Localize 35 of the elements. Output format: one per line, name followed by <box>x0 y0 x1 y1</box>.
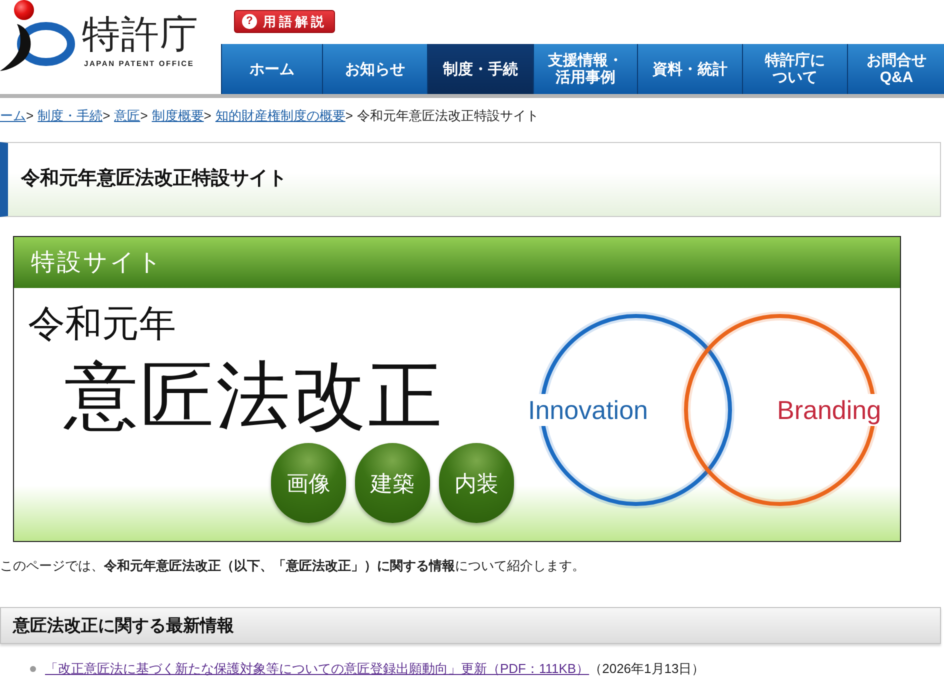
breadcrumb-link[interactable]: 意匠 <box>114 107 140 125</box>
banner-headline: 意匠法改正 <box>64 356 444 436</box>
banner-header-title: 特設サイト <box>31 248 164 278</box>
breadcrumb-separator: > <box>345 107 353 125</box>
news-link[interactable]: 「改正意匠法に基づく新たな保護対象等についての意匠登録出願動向」更新（PDF：111KB） <box>45 660 590 678</box>
nav-tab[interactable]: 特許庁に ついて <box>742 44 847 94</box>
breadcrumb-current: 令和元年意匠法改正特設サイト <box>356 107 539 125</box>
breadcrumb-link[interactable]: 制度・手続 <box>38 107 103 125</box>
intro-text: このページでは、令和元年意匠法改正（以下、「意匠法改正」）に関する情報について紹介します。 <box>0 557 585 575</box>
nav-tab[interactable]: 支援情報・ 活用事例 <box>533 44 637 94</box>
nav-tab[interactable]: 制度・手続 <box>427 44 533 94</box>
breadcrumb-separator: > <box>102 107 110 125</box>
question-mark-icon: ? <box>242 14 257 29</box>
breadcrumb-link[interactable]: 知的財産権制度の概要 <box>215 107 346 125</box>
logo-mark-icon <box>0 0 76 71</box>
logo-title: 特許庁 <box>82 14 199 56</box>
nav-tab[interactable]: お問合せ Q&A <box>847 44 944 94</box>
nav-tab[interactable]: 資料・統計 <box>637 44 742 94</box>
glossary-label: 用語解説 <box>263 12 327 31</box>
glossary-button[interactable]: ? 用語解説 <box>234 10 335 33</box>
news-date: （2026年1月13日） <box>589 660 705 678</box>
breadcrumb-link[interactable]: ーム <box>0 107 26 125</box>
breadcrumb-separator: > <box>26 107 34 125</box>
topic-button[interactable]: 内装 <box>439 443 514 523</box>
breadcrumb-separator: > <box>140 107 148 125</box>
section-heading: 意匠法改正に関する最新情報 <box>13 614 234 637</box>
nav-tab[interactable]: お知らせ <box>322 44 427 94</box>
breadcrumb-separator: > <box>204 107 212 125</box>
nav-tab[interactable]: ホーム <box>221 44 322 94</box>
topic-button[interactable]: 画像 <box>271 443 346 523</box>
page-title: 令和元年意匠法改正特設サイト <box>21 166 287 192</box>
banner-year: 令和元年 <box>28 304 176 344</box>
bullet-icon <box>30 666 36 672</box>
breadcrumb-link[interactable]: 制度概要 <box>152 107 204 125</box>
topic-button[interactable]: 建築 <box>355 443 430 523</box>
